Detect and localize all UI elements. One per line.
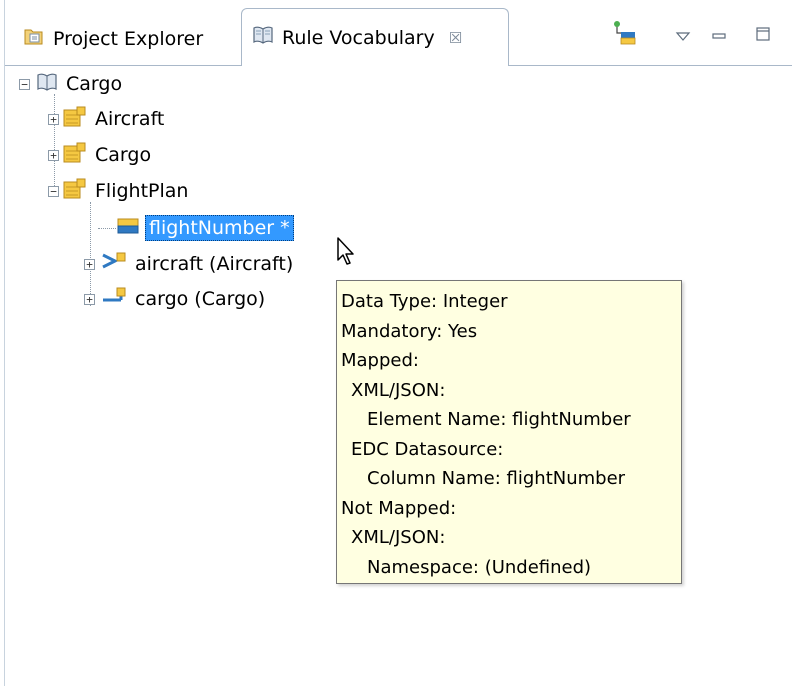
tooltip-line: EDC Datasource: [351, 438, 504, 460]
view-tab-bar: Project Explorer Rule Vocabulary ☒ [5, 0, 792, 66]
expand-toggle[interactable]: + [48, 149, 59, 161]
expand-toggle[interactable]: + [48, 113, 59, 125]
tooltip-line: XML/JSON: [351, 379, 446, 401]
tab-project-explorer-label: Project Explorer [53, 27, 204, 50]
tree-node-entity[interactable]: + Cargo [48, 137, 151, 173]
tree-node-label: Cargo [95, 144, 152, 166]
tab-rule-vocabulary[interactable]: Rule Vocabulary ☒ [241, 8, 509, 66]
entity-folder-icon [63, 142, 87, 169]
association-arrow-icon [101, 251, 127, 278]
new-entity-icon[interactable] [611, 20, 639, 53]
maximize-icon[interactable] [755, 25, 771, 47]
tree-node-label: cargo (Cargo) [135, 288, 266, 310]
entity-folder-icon [63, 106, 87, 133]
tooltip-line: Mapped: [341, 350, 419, 371]
project-explorer-icon [23, 26, 45, 51]
tree-node-entity[interactable]: − FlightPlan [48, 173, 188, 209]
attribute-tooltip: Data Type: Integer Mandatory: Yes Mapped… [336, 280, 682, 584]
tree-node-label: Cargo [66, 73, 123, 95]
book-icon [252, 25, 274, 50]
tooltip-line: Namespace: (Undefined) [367, 556, 592, 578]
close-icon[interactable]: ☒ [449, 29, 462, 47]
tooltip-line: Column Name: flightNumber [367, 468, 626, 489]
tooltip-line: XML/JSON: [351, 527, 446, 548]
tree-connector [98, 228, 116, 229]
tooltip-line: Element Name: flightNumber [367, 409, 631, 430]
association-back-icon [101, 286, 127, 313]
expand-toggle[interactable]: + [84, 293, 95, 305]
tree-node-entity[interactable]: + Aircraft [48, 101, 164, 137]
tree-node-attribute[interactable]: flightNumber * [116, 210, 294, 246]
expand-toggle[interactable]: + [84, 258, 95, 270]
collapse-toggle[interactable]: − [48, 185, 59, 197]
tree-node-root[interactable]: − Cargo [19, 66, 122, 102]
tree-node-association[interactable]: + cargo (Cargo) [84, 281, 265, 317]
tree-node-label: Aircraft [95, 108, 165, 130]
tab-project-explorer[interactable]: Project Explorer [13, 12, 245, 65]
tree-node-association[interactable]: + aircraft (Aircraft) [84, 246, 293, 282]
tooltip-line: Not Mapped: [341, 497, 457, 519]
mouse-pointer-icon [336, 236, 358, 271]
tooltip-line: Data Type: Integer [341, 291, 508, 312]
collapse-toggle[interactable]: − [19, 78, 30, 90]
tooltip-line: Mandatory: Yes [341, 320, 478, 342]
tree-node-label: aircraft (Aircraft) [135, 253, 294, 275]
minimize-icon[interactable] [711, 26, 727, 48]
entity-folder-icon [63, 178, 87, 205]
attribute-icon [116, 216, 140, 241]
book-icon [36, 72, 58, 97]
tree-node-label: FlightPlan [95, 180, 189, 202]
view-menu-icon[interactable] [675, 26, 691, 48]
rule-vocabulary-view: Project Explorer Rule Vocabulary ☒ − Car… [4, 0, 792, 686]
tab-rule-vocabulary-label: Rule Vocabulary [282, 26, 435, 49]
selected-attribute-label: flightNumber * [145, 215, 294, 241]
